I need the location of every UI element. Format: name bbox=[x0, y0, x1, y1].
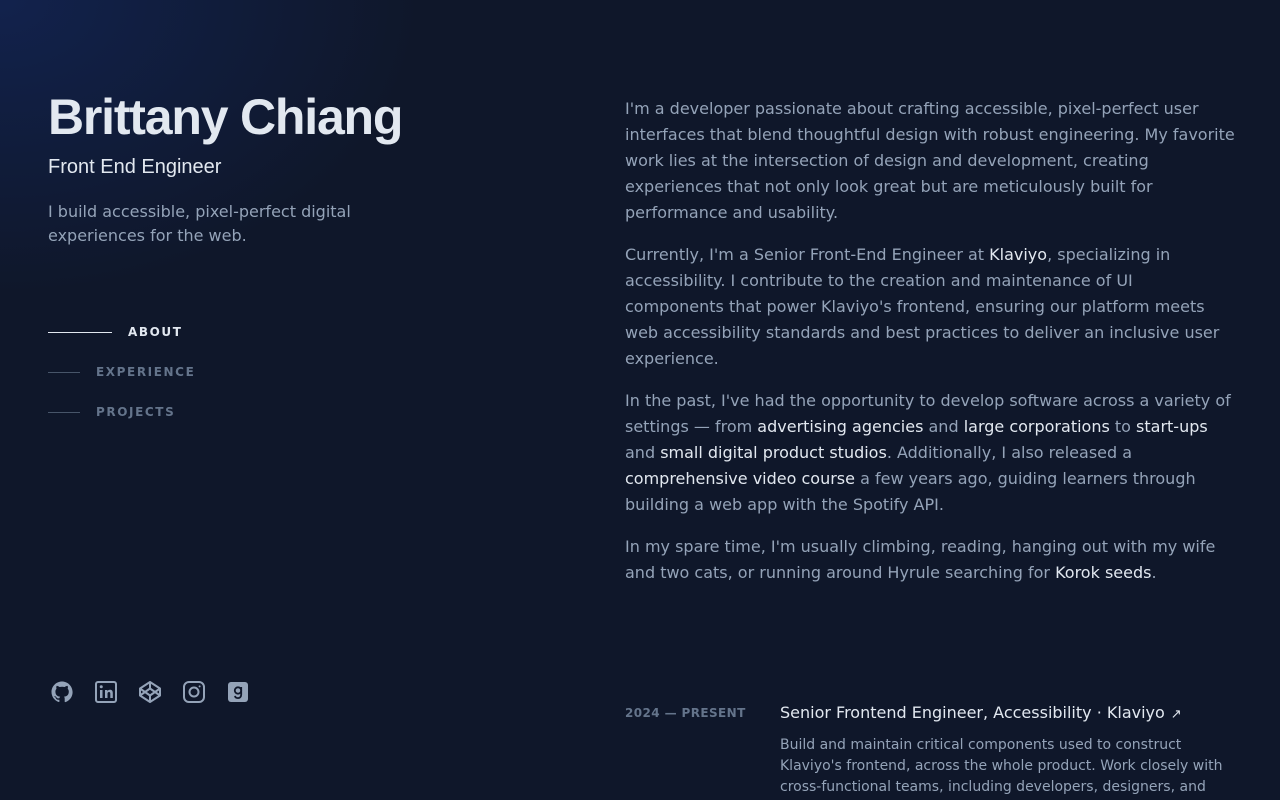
about-text: and bbox=[923, 417, 964, 436]
advertising-agencies-link[interactable]: advertising agencies bbox=[757, 417, 923, 436]
job-title: Front End Engineer bbox=[48, 156, 222, 178]
about-text: . bbox=[1151, 563, 1157, 582]
social-links bbox=[50, 680, 250, 704]
large-corporations-link[interactable]: large corporations bbox=[964, 417, 1110, 436]
nav-indicator-line bbox=[48, 331, 112, 333]
start-ups-link[interactable]: start-ups bbox=[1136, 417, 1208, 436]
about-text: . Additionally, I also released a bbox=[886, 443, 1133, 462]
codepen-icon[interactable] bbox=[138, 680, 162, 704]
experience-body: Senior Frontend Engineer, Accessibility … bbox=[780, 702, 1230, 800]
section-nav: ABOUT EXPERIENCE PROJECTS bbox=[48, 320, 195, 440]
nav-item-label: EXPERIENCE bbox=[96, 365, 196, 379]
tagline: I build accessible, pixel-perfect digita… bbox=[48, 202, 351, 245]
about-section: I'm a developer passionate about craftin… bbox=[625, 96, 1235, 602]
product-studios-link[interactable]: small digital product studios bbox=[660, 443, 887, 462]
nav-item-label: ABOUT bbox=[128, 325, 183, 339]
about-paragraph: I'm a developer passionate about craftin… bbox=[625, 96, 1235, 226]
about-text: I'm a developer passionate about craftin… bbox=[625, 99, 1235, 222]
about-paragraph: Currently, I'm a Senior Front-End Engine… bbox=[625, 242, 1235, 372]
experience-title[interactable]: Senior Frontend Engineer, Accessibility … bbox=[780, 702, 1230, 726]
klaviyo-link[interactable]: Klaviyo bbox=[989, 245, 1047, 264]
experience-date: 2024 — PRESENT bbox=[625, 706, 746, 720]
experience-item[interactable]: 2024 — PRESENT Senior Frontend Engineer,… bbox=[625, 702, 1235, 800]
nav-item-label: PROJECTS bbox=[96, 405, 176, 419]
page: Brittany Chiang Front End Engineer I bui… bbox=[0, 0, 1280, 800]
experience-description: Build and maintain critical components u… bbox=[780, 737, 1223, 795]
goodreads-icon[interactable] bbox=[226, 680, 250, 704]
about-text: and bbox=[625, 443, 661, 462]
video-course-link[interactable]: comprehensive video course bbox=[625, 469, 855, 488]
experience-title-text: Senior Frontend Engineer, Accessibility … bbox=[780, 703, 1165, 722]
nav-item-experience[interactable]: EXPERIENCE bbox=[48, 360, 195, 384]
instagram-icon[interactable] bbox=[182, 680, 206, 704]
about-paragraph: In my spare time, I'm usually climbing, … bbox=[625, 534, 1235, 586]
nav-item-about[interactable]: ABOUT bbox=[48, 320, 195, 344]
nav-item-projects[interactable]: PROJECTS bbox=[48, 400, 195, 424]
about-paragraph: In the past, I've had the opportunity to… bbox=[625, 388, 1235, 518]
about-text: Currently, I'm a Senior Front-End Engine… bbox=[625, 245, 990, 264]
nav-indicator-line bbox=[48, 411, 80, 413]
left-column: Brittany Chiang Front End Engineer I bui… bbox=[48, 0, 528, 800]
github-icon[interactable] bbox=[50, 680, 74, 704]
korok-seeds-link[interactable]: Korok seeds bbox=[1055, 563, 1151, 582]
page-title[interactable]: Brittany Chiang bbox=[48, 88, 403, 146]
about-text: to bbox=[1109, 417, 1137, 436]
external-link-arrow-icon: ↗ bbox=[1170, 707, 1182, 722]
nav-indicator-line bbox=[48, 371, 80, 373]
linkedin-icon[interactable] bbox=[94, 680, 118, 704]
